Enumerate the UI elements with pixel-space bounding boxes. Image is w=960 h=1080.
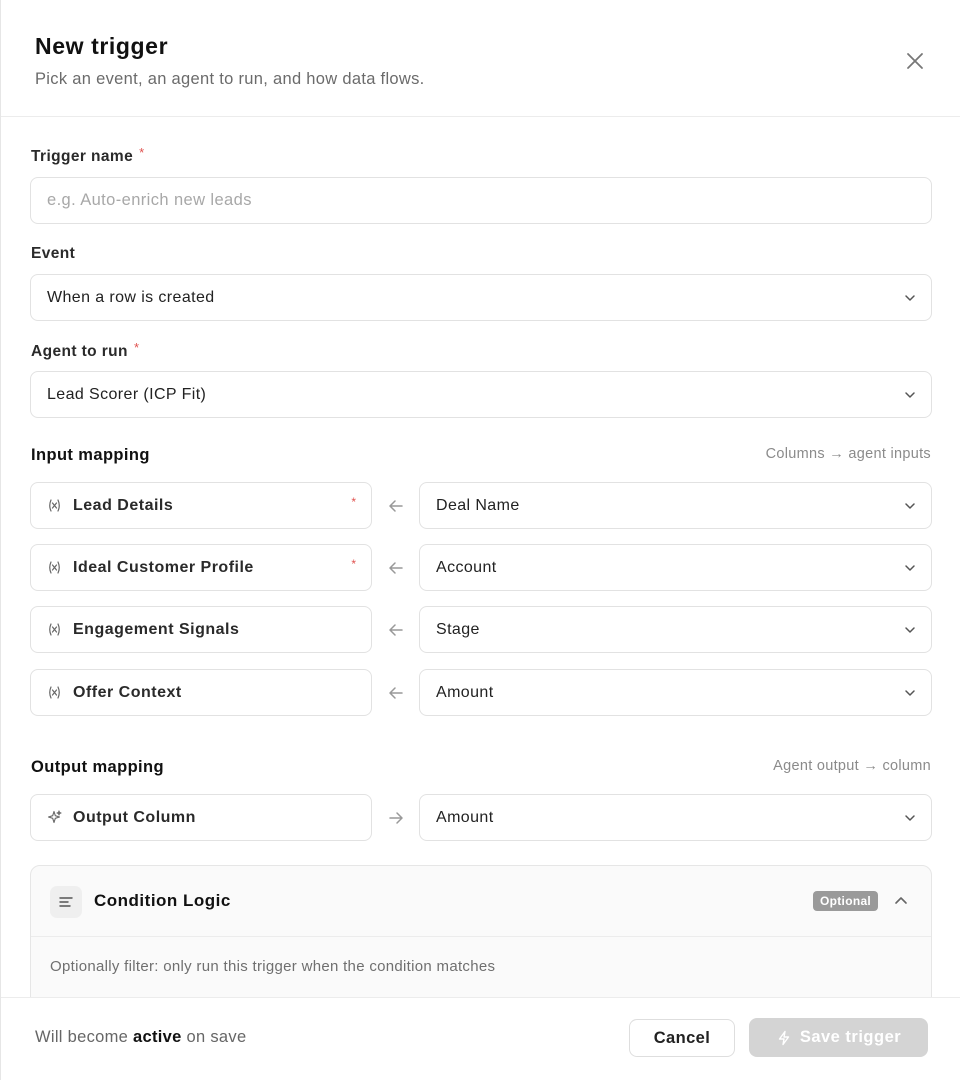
chevron-down-icon (905, 503, 915, 509)
required-mark: * (351, 557, 356, 571)
close-button[interactable] (903, 49, 927, 73)
trigger-name-field (30, 177, 932, 224)
variable-icon (49, 561, 60, 574)
close-icon (907, 53, 923, 69)
required-mark: * (133, 340, 140, 355)
condition-logic-description: Optionally filter: only run this trigger… (50, 958, 496, 975)
text-align-left-icon (59, 897, 73, 907)
agent-selected-value: Lead Scorer (ICP Fit) (47, 386, 207, 403)
chevron-down-icon (905, 690, 915, 696)
output-mapping-title: Output mapping (31, 758, 164, 776)
trigger-name-input[interactable] (31, 178, 931, 223)
column-selected-value: Deal Name (436, 497, 520, 514)
chevron-down-icon (905, 815, 915, 821)
input-variable-ideal-customer-profile: Ideal Customer Profile * (30, 544, 372, 591)
input-mapping-hint: Columns → agent inputs (765, 446, 931, 462)
condition-logic-title: Condition Logic (94, 891, 231, 910)
arrow-left-icon (389, 687, 403, 699)
activation-note-suffix: on save (186, 1028, 247, 1046)
input-variable-engagement-signals: Engagement Signals (30, 606, 372, 653)
input-variable-name: Offer Context (73, 684, 182, 701)
chevron-down-icon (905, 295, 915, 301)
column-select-ideal-customer-profile[interactable]: Account (419, 544, 932, 591)
lightning-icon (778, 1030, 790, 1045)
arrow-right-icon (389, 812, 403, 824)
activation-status: active (133, 1028, 182, 1046)
column-selected-value: Amount (436, 684, 494, 701)
arrow-left-icon (389, 562, 403, 574)
condition-logic-header[interactable]: Condition Logic Optional (31, 866, 931, 937)
agent-label: Agent to run * (31, 340, 140, 361)
dialog-title: New trigger (35, 33, 169, 59)
event-label: Event (31, 245, 75, 263)
variable-icon (49, 623, 60, 636)
column-selected-value: Stage (436, 621, 480, 638)
dialog-footer: Will become active on save Cancel Save t… (1, 997, 960, 1080)
required-mark: * (351, 495, 356, 509)
output-variable-name: Output Column (73, 809, 196, 826)
condition-icon-box (50, 886, 82, 918)
trigger-name-label-text: Trigger name (31, 148, 134, 165)
save-trigger-button[interactable]: Save trigger (749, 1018, 928, 1057)
variable-icon (49, 686, 60, 699)
event-selected-value: When a row is created (47, 289, 215, 306)
output-column-selected-value: Amount (436, 809, 494, 826)
dialog-header: New trigger Pick an event, an agent to r… (1, 0, 960, 117)
output-mapping-hint: Agent output → column (773, 758, 931, 774)
activation-note: Will become active on save (35, 1028, 246, 1047)
input-variable-name: Engagement Signals (73, 621, 240, 638)
activation-note-prefix: Will become (35, 1028, 129, 1046)
event-select[interactable]: When a row is created (30, 274, 932, 321)
arrow-left-icon (389, 500, 403, 512)
arrow-left-icon (389, 624, 403, 636)
optional-badge: Optional (813, 891, 879, 911)
chevron-down-icon (905, 565, 915, 571)
chevron-up-icon[interactable] (893, 893, 909, 909)
sparkle-icon (47, 810, 62, 824)
column-select-offer-context[interactable]: Amount (419, 669, 932, 716)
chevron-down-icon (905, 392, 915, 398)
output-variable: Output Column (30, 794, 372, 841)
column-select-lead-details[interactable]: Deal Name (419, 482, 932, 529)
input-variable-name: Ideal Customer Profile (73, 559, 254, 576)
chevron-down-icon (905, 627, 915, 633)
new-trigger-dialog: New trigger Pick an event, an agent to r… (0, 0, 960, 1080)
input-variable-lead-details: Lead Details * (30, 482, 372, 529)
output-column-select[interactable]: Amount (419, 794, 932, 841)
agent-label-text: Agent to run (31, 343, 128, 360)
input-mapping-title: Input mapping (31, 446, 150, 464)
agent-select[interactable]: Lead Scorer (ICP Fit) (30, 371, 932, 418)
event-label-text: Event (31, 245, 76, 262)
trigger-name-label: Trigger name * (31, 145, 145, 166)
variable-icon (49, 499, 60, 512)
column-select-engagement-signals[interactable]: Stage (419, 606, 932, 653)
column-selected-value: Account (436, 559, 497, 576)
dialog-subtitle: Pick an event, an agent to run, and how … (35, 70, 425, 88)
cancel-button[interactable]: Cancel (629, 1019, 735, 1057)
input-variable-name: Lead Details (73, 497, 174, 514)
save-trigger-label: Save trigger (799, 1028, 902, 1046)
input-variable-offer-context: Offer Context (30, 669, 372, 716)
required-mark: * (139, 145, 145, 160)
